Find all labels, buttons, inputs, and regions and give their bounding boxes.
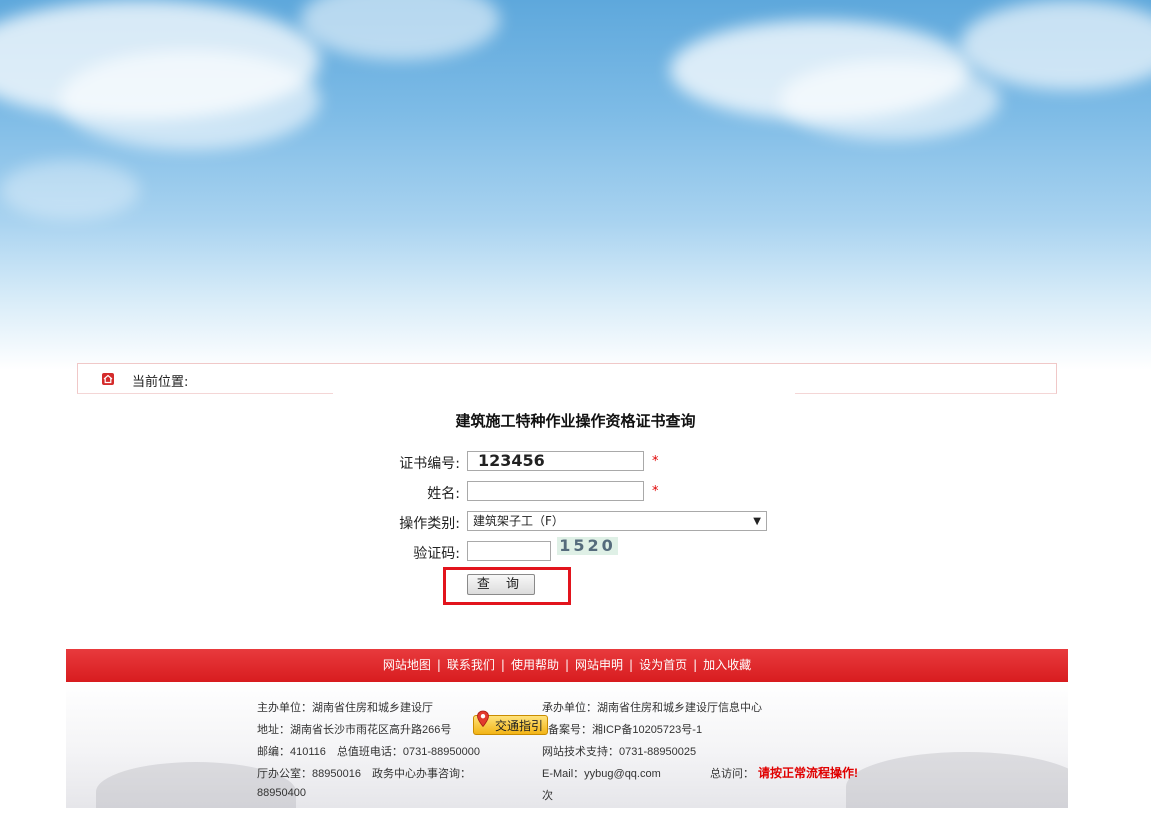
query-button[interactable]: 查 询 [467,574,535,595]
dropdown-arrow-icon: ▼ [753,516,761,527]
captcha-input[interactable] [467,541,551,561]
name-input[interactable] [467,481,644,501]
footer-office-phone: 88950400 [257,787,306,799]
captcha-label: 验证码: [413,546,460,562]
required-mark: * [652,484,659,499]
footer-visits-label: 总访问： [710,768,754,780]
footer-email: E-Mail：yybug@qq.com [542,768,661,780]
nav-add-favorite[interactable]: 加入收藏 [703,658,751,672]
required-mark: * [652,454,659,469]
cloud-decoration [60,50,320,150]
nav-statement[interactable]: 网站申明 [575,658,623,672]
footer-address: 地址：湖南省长沙市雨花区高升路266号 [257,724,452,736]
page-title: 建筑施工特种作业操作资格证书查询 [455,412,696,430]
category-selected-value: 建筑架子工（F） [473,514,564,528]
captcha-label-wrap: 验证码: [330,541,460,563]
name-label-wrap: 姓名: [330,481,460,503]
footer-office: 厅办公室：88950016 政务中心办事咨询： [257,768,471,780]
nav-set-homepage[interactable]: 设为首页 [639,658,687,672]
name-label: 姓名: [427,486,460,502]
cert-no-input[interactable]: 123456 [467,451,644,471]
footer-icp: 备案号：湘ICP备10205723号-1 [548,724,703,736]
footer-tech-support: 网站技术支持：0731-88950025 [542,746,697,758]
cloud-decoration [0,160,140,220]
breadcrumb: 当前位置: [77,363,1057,394]
footer-organizer: 承办单位：湖南省住房和城乡建设厅信息中心 [542,702,762,714]
category-label: 操作类别: [399,516,460,532]
footer-nav: 网站地图 | 联系我们 | 使用帮助 | 网站申明 | 设为首页 | 加入收藏 [66,649,1068,682]
sky-banner [0,0,1151,370]
home-icon [102,373,114,385]
category-label-wrap: 操作类别: [330,511,460,533]
category-select[interactable]: 建筑架子工（F） ▼ [467,511,767,531]
captcha-image[interactable]: 1520 [557,537,618,555]
cloud-decoration [780,60,1000,140]
footer-postcode: 邮编：410116 总值班电话：0731-88950000 [257,746,480,758]
cert-no-label: 证书编号: [399,456,460,472]
location-pin-icon [476,710,490,728]
breadcrumb-label: 当前位置: [132,375,189,390]
cloud-decoration [300,0,500,60]
footer-visits-unit: 次 [542,790,553,802]
footer-sponsor: 主办单位：湖南省住房和城乡建设厅 [257,702,433,714]
nav-help[interactable]: 使用帮助 [511,658,559,672]
footer-visits-warning: 请按正常流程操作! [758,766,858,780]
landscape-decoration [846,752,1068,808]
nav-sitemap[interactable]: 网站地图 [383,658,431,672]
cloud-decoration [960,0,1151,90]
cert-no-label-wrap: 证书编号: [330,451,460,473]
nav-contact[interactable]: 联系我们 [447,658,495,672]
